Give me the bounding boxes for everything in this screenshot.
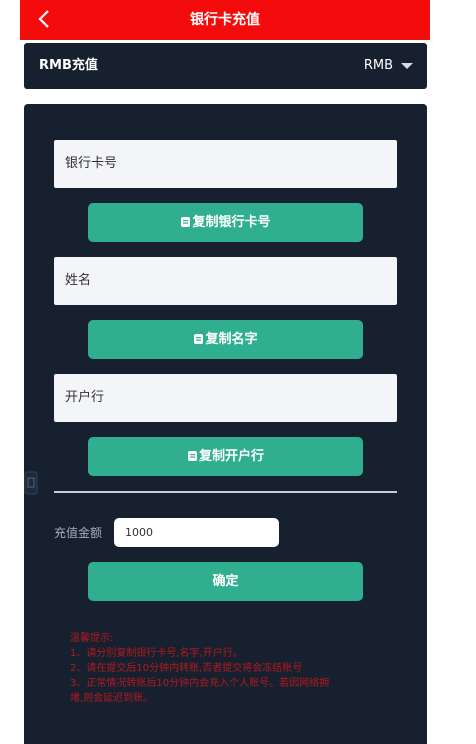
copy-bank-card-button[interactable]: 复制银行卡号	[88, 203, 363, 242]
copy-name-label: 复制名字	[205, 332, 258, 347]
currency-select-label: RMB充值	[39, 58, 98, 73]
tip-line: 1、请分别复制银行卡号,名字,开户行。	[70, 648, 243, 659]
tip-line: 3、正常情况转账后10分钟内会充入个人账号。若因网络拥	[70, 678, 330, 689]
tips-block: 温馨提示: 1、请分别复制银行卡号,名字,开户行。 2、请在提交后10分钟内转账…	[70, 631, 390, 706]
amount-input[interactable]: 1000	[114, 518, 279, 547]
copy-name-button[interactable]: 复制名字	[88, 320, 363, 359]
tip-line: 堵,则会延迟到账。	[70, 693, 154, 704]
amount-label: 充值金额	[54, 526, 103, 540]
tips-title: 温馨提示:	[70, 633, 114, 644]
divider	[54, 491, 397, 493]
bank-branch-field[interactable]: 开户行	[54, 374, 397, 422]
copy-icon	[181, 217, 191, 227]
floating-side-icon[interactable]	[24, 470, 38, 496]
copy-icon	[194, 334, 204, 344]
copy-bank-card-label: 复制银行卡号	[192, 215, 271, 230]
bank-card-field[interactable]: 银行卡号	[54, 140, 397, 188]
copy-icon	[187, 451, 197, 461]
confirm-button[interactable]: 确定	[88, 562, 363, 601]
caret-down-icon[interactable]	[401, 63, 413, 69]
top-bar: 银行卡充值	[20, 0, 430, 40]
page-title: 银行卡充值	[190, 12, 260, 28]
currency-select[interactable]: RMB充值 RMB	[24, 43, 427, 89]
copy-branch-label: 复制开户行	[198, 449, 264, 464]
copy-branch-button[interactable]: 复制开户行	[88, 437, 363, 476]
tip-line: 2、请在提交后10分钟内转账,否者提交将会冻结账号	[70, 663, 303, 674]
currency-select-value[interactable]: RMB	[364, 43, 393, 89]
name-field[interactable]: 姓名	[54, 257, 397, 305]
recharge-panel: 银行卡号 复制银行卡号 姓名 复制名字 开户行 复制开户行 充值金额 1000 …	[24, 104, 427, 744]
